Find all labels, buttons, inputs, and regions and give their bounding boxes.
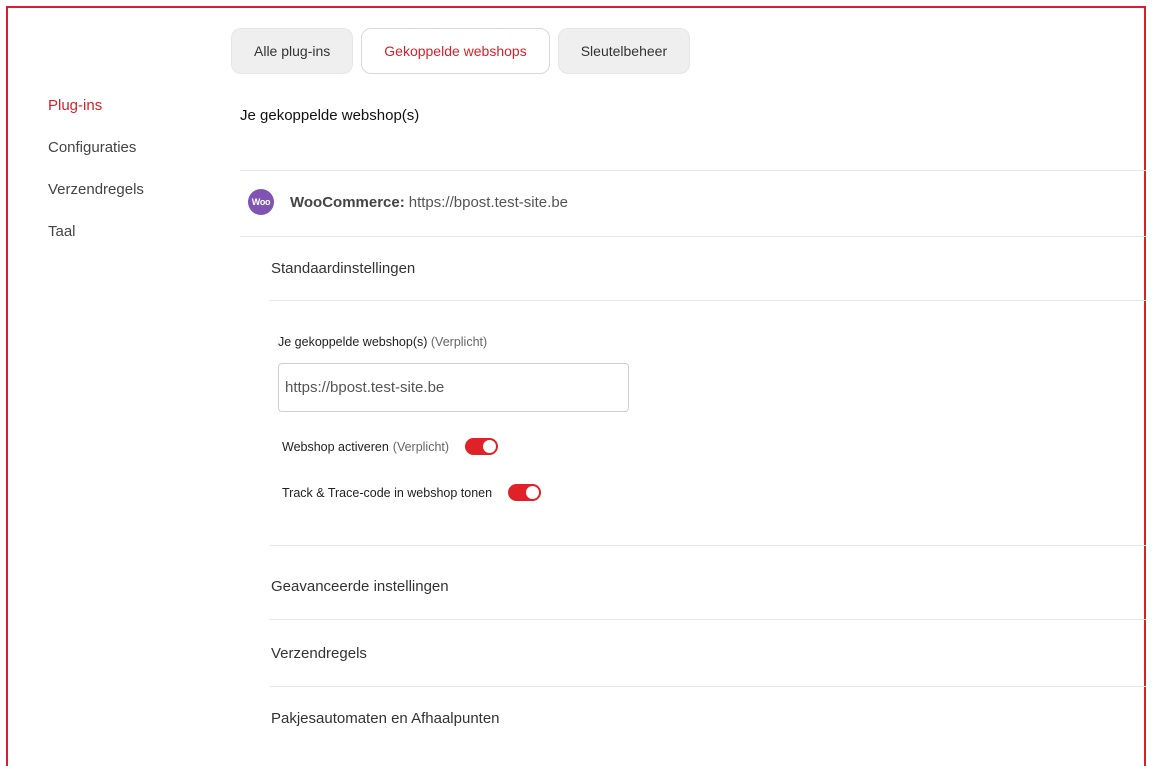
section-shipping-rules[interactable]: Verzendregels bbox=[271, 645, 367, 662]
shop-url: https://bpost.test-site.be bbox=[408, 193, 569, 211]
required-marker: (Verplicht) bbox=[392, 439, 450, 454]
toggle-row-activate-webshop: Webshop activeren (Verplicht) bbox=[282, 438, 499, 455]
divider bbox=[270, 545, 1146, 546]
webshop-field-label: Je gekoppelde webshop(s) (Verplicht) bbox=[278, 335, 487, 349]
sidebar-item-shipping-rules[interactable]: Verzendregels bbox=[48, 180, 144, 222]
webshop-row[interactable]: Woo WooCommerce: https://bpost.test-site… bbox=[248, 189, 568, 215]
webshop-field-label-text: Je gekoppelde webshop(s) bbox=[278, 335, 428, 349]
tab-bar: Alle plug-ins Gekoppelde webshops Sleute… bbox=[231, 28, 691, 74]
tab-linked-webshops[interactable]: Gekoppelde webshops bbox=[361, 28, 550, 74]
webshop-url-input[interactable] bbox=[278, 363, 629, 412]
activate-webshop-toggle[interactable] bbox=[465, 438, 499, 455]
divider bbox=[270, 300, 1146, 301]
track-trace-toggle[interactable] bbox=[508, 484, 542, 501]
toggle-label: Track & Trace-code in webshop tonen bbox=[282, 485, 493, 500]
toggle-label: Webshop activeren bbox=[282, 439, 389, 454]
divider bbox=[270, 686, 1146, 687]
section-parcel-lockers-pickup-points[interactable]: Pakjesautomaten en Afhaalpunten bbox=[271, 710, 500, 727]
woocommerce-logo-icon: Woo bbox=[248, 189, 274, 215]
sidebar-item-plugins[interactable]: Plug-ins bbox=[48, 96, 144, 138]
divider bbox=[240, 170, 1146, 171]
shop-platform: WooCommerce: bbox=[290, 193, 405, 211]
sidebar-item-language[interactable]: Taal bbox=[48, 222, 144, 264]
section-default-settings[interactable]: Standaardinstellingen bbox=[271, 260, 415, 277]
tab-key-management[interactable]: Sleutelbeheer bbox=[557, 28, 691, 74]
toggle-row-track-trace: Track & Trace-code in webshop tonen bbox=[282, 484, 542, 501]
section-advanced-settings[interactable]: Geavanceerde instellingen bbox=[271, 578, 449, 595]
page-title: Je gekoppelde webshop(s) bbox=[240, 107, 420, 124]
tab-all-plugins[interactable]: Alle plug-ins bbox=[231, 28, 354, 74]
toggle-knob bbox=[526, 486, 540, 499]
divider bbox=[270, 619, 1146, 620]
required-marker: (Verplicht) bbox=[430, 335, 488, 349]
toggle-knob bbox=[483, 440, 497, 453]
divider bbox=[240, 236, 1146, 237]
sidebar: Plug-ins Configuraties Verzendregels Taa… bbox=[48, 96, 144, 264]
sidebar-item-configurations[interactable]: Configuraties bbox=[48, 138, 144, 180]
